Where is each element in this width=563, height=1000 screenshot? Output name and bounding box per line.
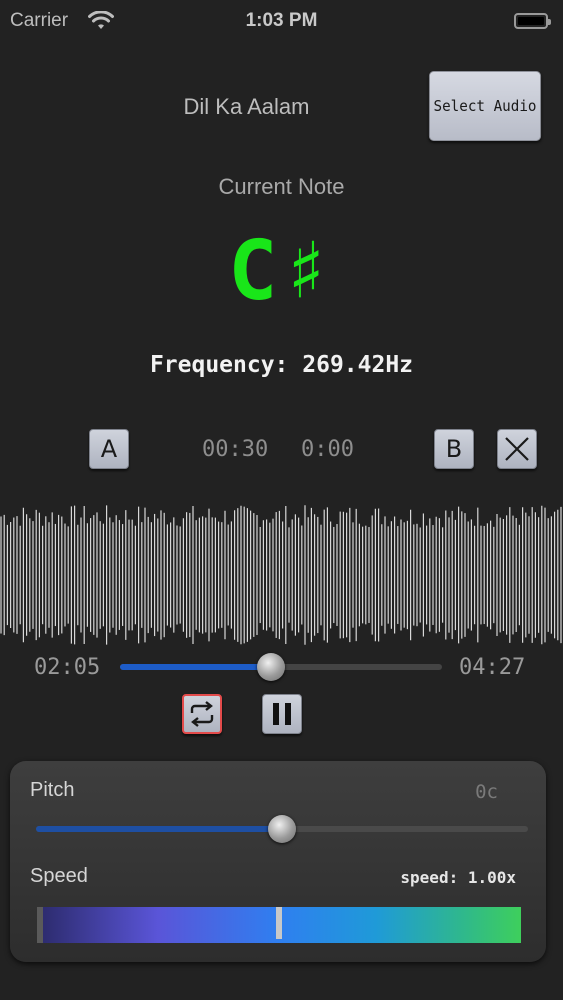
progress-knob[interactable] bbox=[256, 653, 285, 681]
pitch-value: 0c bbox=[475, 781, 498, 803]
speed-value: speed: 1.00x bbox=[400, 868, 516, 887]
waveform[interactable] bbox=[0, 505, 563, 645]
status-time: 1:03 PM bbox=[245, 10, 318, 31]
pitch-knob[interactable] bbox=[268, 815, 296, 843]
elapsed-time: 02:05 bbox=[34, 655, 101, 680]
pause-icon bbox=[273, 703, 291, 725]
pitch-slider[interactable] bbox=[36, 815, 528, 843]
repeat-button[interactable] bbox=[182, 694, 222, 734]
loop-a-button[interactable]: A bbox=[89, 429, 129, 469]
repeat-icon bbox=[190, 701, 214, 727]
battery-icon bbox=[514, 13, 551, 29]
current-note: C♯ bbox=[228, 224, 335, 319]
pitch-label: Pitch bbox=[30, 779, 75, 801]
progress-fill bbox=[120, 664, 271, 670]
frequency-readout: Frequency: 269.42Hz bbox=[149, 352, 414, 378]
song-title: Dil Ka Aalam bbox=[183, 94, 310, 119]
close-icon bbox=[505, 437, 529, 461]
select-audio-button[interactable]: Select Audio bbox=[428, 71, 542, 141]
clear-loop-button[interactable] bbox=[497, 429, 537, 469]
current-note-label: Current Note bbox=[218, 174, 345, 199]
speed-slider-start bbox=[37, 907, 43, 943]
speed-label: Speed bbox=[30, 865, 88, 887]
speed-marker[interactable] bbox=[276, 907, 282, 939]
loop-end-time: 0:00 bbox=[301, 437, 354, 462]
pitch-fill bbox=[36, 826, 282, 832]
pause-button[interactable] bbox=[262, 694, 302, 734]
total-time: 04:27 bbox=[459, 655, 526, 680]
loop-start-time: 00:30 bbox=[202, 437, 269, 462]
control-panel: Pitch 0c Speed speed: 1.00x bbox=[10, 761, 546, 962]
progress-slider[interactable] bbox=[120, 653, 442, 681]
loop-b-button[interactable]: B bbox=[434, 429, 474, 469]
